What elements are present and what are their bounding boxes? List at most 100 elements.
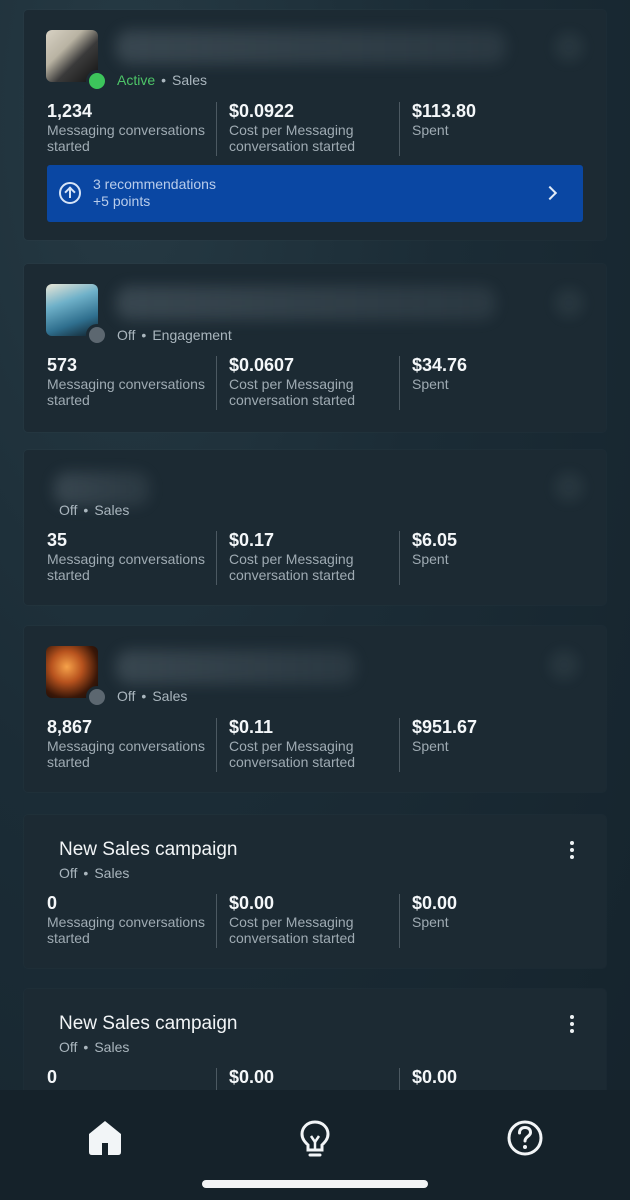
campaign-card[interactable]: New Sales campaign Off • Sales 0 Messaging…	[24, 815, 606, 968]
metric-divider	[216, 102, 217, 156]
metric-label: Spent	[412, 738, 449, 754]
metrics-row: 35 Messaging conversations started $0.17…	[47, 529, 587, 587]
metric-label: Spent	[412, 914, 449, 930]
metric-value: 35	[47, 530, 68, 550]
off-status-dot	[86, 686, 108, 708]
metric-label: Messaging conversations started	[47, 122, 205, 154]
metric-label: Cost per Messaging conversation started	[229, 122, 356, 154]
metric-value: 1,234	[47, 101, 93, 121]
metrics-row: 1,234 Messaging conversations started $0…	[47, 100, 587, 158]
metric-divider	[216, 1068, 217, 1090]
home-indicator[interactable]	[202, 1180, 428, 1188]
objective-text: Sales	[152, 688, 188, 704]
lightbulb-icon	[300, 1120, 330, 1157]
metric-spent: $113.80 Spent	[412, 100, 582, 158]
metric-value: $0.11	[229, 717, 274, 737]
more-options-icon[interactable]	[554, 32, 584, 62]
metric-conversations: 35 Messaging conversations started	[47, 529, 215, 587]
status-text: Off	[117, 327, 136, 343]
metric-value: $0.17	[229, 530, 275, 550]
metric-divider	[399, 356, 400, 410]
metric-label: Spent	[412, 376, 449, 392]
campaign-status-line: Off • Sales	[59, 865, 130, 881]
metric-conversations: 0	[47, 1066, 215, 1090]
more-options-icon[interactable]	[570, 1015, 576, 1033]
metric-value: $0.0922	[229, 101, 295, 121]
home-icon	[89, 1121, 121, 1155]
metric-conversations: 1,234 Messaging conversations started	[47, 100, 215, 158]
recommendations-count: 3 recommendations	[93, 176, 216, 192]
status-text: Off	[59, 1039, 78, 1055]
metric-divider	[216, 356, 217, 410]
metric-divider	[216, 531, 217, 585]
metric-value: $0.00	[229, 893, 275, 913]
campaign-status-line: Off • Sales	[59, 502, 130, 518]
blurred-campaign-name	[116, 650, 356, 684]
campaign-card[interactable]: Off • Sales 8,867 Messaging conversations …	[24, 626, 606, 792]
help-icon	[507, 1120, 543, 1156]
metric-value: 8,867	[47, 717, 93, 737]
active-status-dot	[86, 70, 108, 92]
objective-text: Sales	[172, 72, 208, 88]
blurred-campaign-name	[54, 472, 150, 506]
metric-label: Cost per Messaging conversation started	[229, 376, 356, 408]
more-options-icon[interactable]	[554, 288, 584, 318]
arrow-up-circle-icon	[59, 182, 81, 204]
campaign-card[interactable]: Active • Sales 1,234 Messaging conversatio…	[24, 10, 606, 240]
status-text: Off	[59, 865, 78, 881]
metric-divider	[399, 894, 400, 948]
metric-spent: $34.76 Spent	[412, 354, 582, 412]
metric-label: Messaging conversations started	[47, 914, 205, 946]
metric-divider	[399, 531, 400, 585]
metric-divider	[399, 1068, 400, 1090]
metric-cost-per-result: $0.00 Cost per Messaging conversation st…	[229, 892, 399, 950]
metric-label: Messaging conversations started	[47, 551, 205, 583]
metric-value: $0.00	[412, 1067, 458, 1087]
metric-value: 573	[47, 355, 78, 375]
nav-help-button[interactable]	[497, 1112, 553, 1160]
more-options-icon[interactable]	[554, 472, 584, 502]
metric-cost-per-result: $0.0922 Cost per Messaging conversation …	[229, 100, 399, 158]
metric-value: $0.0607	[229, 355, 295, 375]
metric-divider	[399, 102, 400, 156]
metric-value: $0.00	[229, 1067, 275, 1087]
campaign-status-line: Off • Engagement	[117, 327, 232, 343]
metric-cost-per-result: $0.11 Cost per Messaging conversation st…	[229, 716, 399, 774]
campaign-status-line: Off • Sales	[117, 688, 188, 704]
metric-conversations: 8,867 Messaging conversations started	[47, 716, 215, 774]
nav-home-button[interactable]	[77, 1112, 133, 1160]
more-options-icon[interactable]	[570, 841, 576, 859]
objective-text: Sales	[94, 1039, 130, 1055]
status-text: Active	[117, 72, 156, 88]
metric-cost-per-result: $0.0607 Cost per Messaging conversation …	[229, 354, 399, 412]
campaign-title: New Sales campaign	[59, 1013, 238, 1034]
metric-value: $951.67	[412, 717, 478, 737]
metric-value: $0.00	[412, 893, 458, 913]
nav-recommendations-button[interactable]	[287, 1112, 343, 1160]
campaign-feed[interactable]: Active • Sales 1,234 Messaging conversatio…	[0, 0, 630, 1090]
metrics-row: 573 Messaging conversations started $0.0…	[47, 354, 587, 412]
metric-spent: $6.05 Spent	[412, 529, 582, 587]
campaign-card[interactable]: New Sales campaign Off • Sales 0 $0.00 $0.…	[24, 989, 606, 1090]
objective-text: Sales	[94, 865, 130, 881]
recommendations-banner[interactable]: 3 recommendations +5 points	[47, 165, 583, 222]
metrics-row: 0 Messaging conversations started $0.00 …	[47, 892, 587, 950]
objective-text: Sales	[94, 502, 130, 518]
campaign-card[interactable]: Off • Sales 35 Messaging conversations sta…	[24, 450, 606, 605]
metric-spent: $951.67 Spent	[412, 716, 582, 774]
metrics-row: 0 $0.00 $0.00	[47, 1066, 587, 1090]
metric-label: Messaging conversations started	[47, 738, 205, 770]
metric-value: $113.80	[412, 101, 477, 121]
metrics-row: 8,867 Messaging conversations started $0…	[47, 716, 587, 774]
recommendations-points: +5 points	[93, 193, 151, 209]
metric-label: Spent	[412, 122, 449, 138]
metric-spent: $0.00 Spent	[412, 892, 582, 950]
metric-label: Spent	[412, 551, 449, 567]
blurred-campaign-name	[116, 30, 506, 64]
metric-label: Cost per Messaging conversation started	[229, 738, 356, 770]
metric-divider	[399, 718, 400, 772]
metric-value: 0	[47, 1067, 58, 1087]
more-options-icon[interactable]	[549, 650, 579, 680]
metric-label: Messaging conversations started	[47, 376, 205, 408]
campaign-card[interactable]: Off • Engagement 573 Messaging conversatio…	[24, 264, 606, 432]
